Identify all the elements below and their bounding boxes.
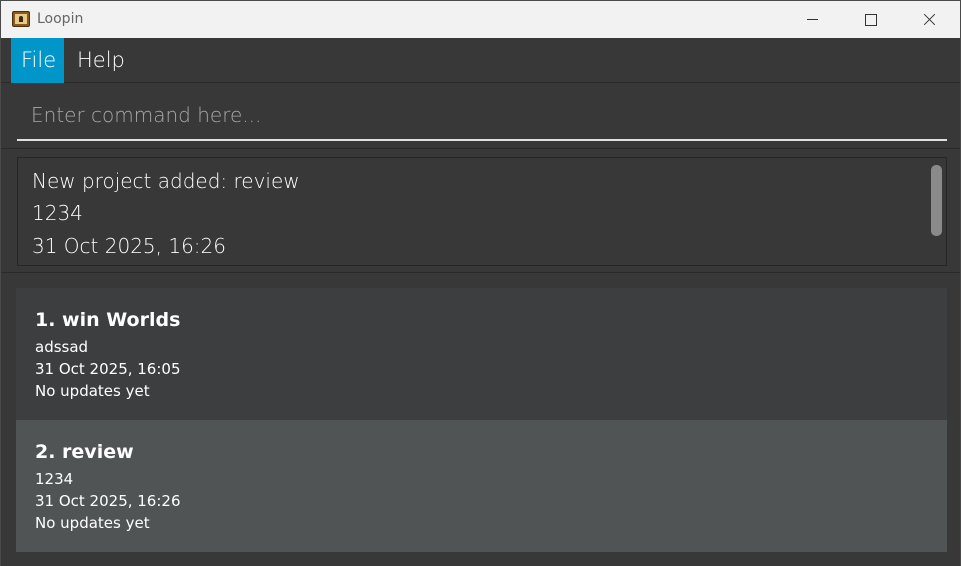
- result-line: 31 Oct 2025, 16:26: [32, 234, 226, 258]
- minimize-button[interactable]: [784, 1, 842, 38]
- result-scrollbar[interactable]: [931, 165, 942, 236]
- window-title: Loopin: [37, 11, 84, 27]
- project-description: adssad: [35, 338, 89, 356]
- result-display: New project added: review 1234 31 Oct 20…: [17, 157, 947, 266]
- project-title: 2. review: [35, 441, 134, 463]
- maximize-button[interactable]: [842, 1, 900, 38]
- project-list: 1. win Worlds adssad 31 Oct 2025, 16:05 …: [1, 274, 960, 566]
- menu-file[interactable]: File: [11, 38, 64, 83]
- project-updates: No updates yet: [35, 514, 150, 532]
- command-box: [1, 83, 960, 149]
- project-updates: No updates yet: [35, 382, 150, 400]
- app-icon: [12, 11, 30, 27]
- result-line: 1234: [32, 201, 83, 225]
- project-card-selected[interactable]: 2. review 1234 31 Oct 2025, 16:26 No upd…: [16, 420, 947, 552]
- result-line: New project added: review: [32, 169, 300, 193]
- menu-bar: File Help: [1, 38, 960, 83]
- title-bar: Loopin: [1, 1, 960, 38]
- project-title: 1. win Worlds: [35, 309, 181, 331]
- close-button[interactable]: [900, 1, 958, 38]
- project-description: 1234: [35, 470, 74, 488]
- menu-help[interactable]: Help: [67, 38, 135, 83]
- app-window: Loopin File Help New project added: revi…: [0, 0, 961, 566]
- project-datetime: 31 Oct 2025, 16:26: [35, 492, 181, 510]
- result-display-panel: New project added: review 1234 31 Oct 20…: [1, 149, 960, 273]
- command-input[interactable]: [17, 91, 947, 141]
- project-card[interactable]: 1. win Worlds adssad 31 Oct 2025, 16:05 …: [16, 288, 947, 420]
- project-datetime: 31 Oct 2025, 16:05: [35, 360, 181, 378]
